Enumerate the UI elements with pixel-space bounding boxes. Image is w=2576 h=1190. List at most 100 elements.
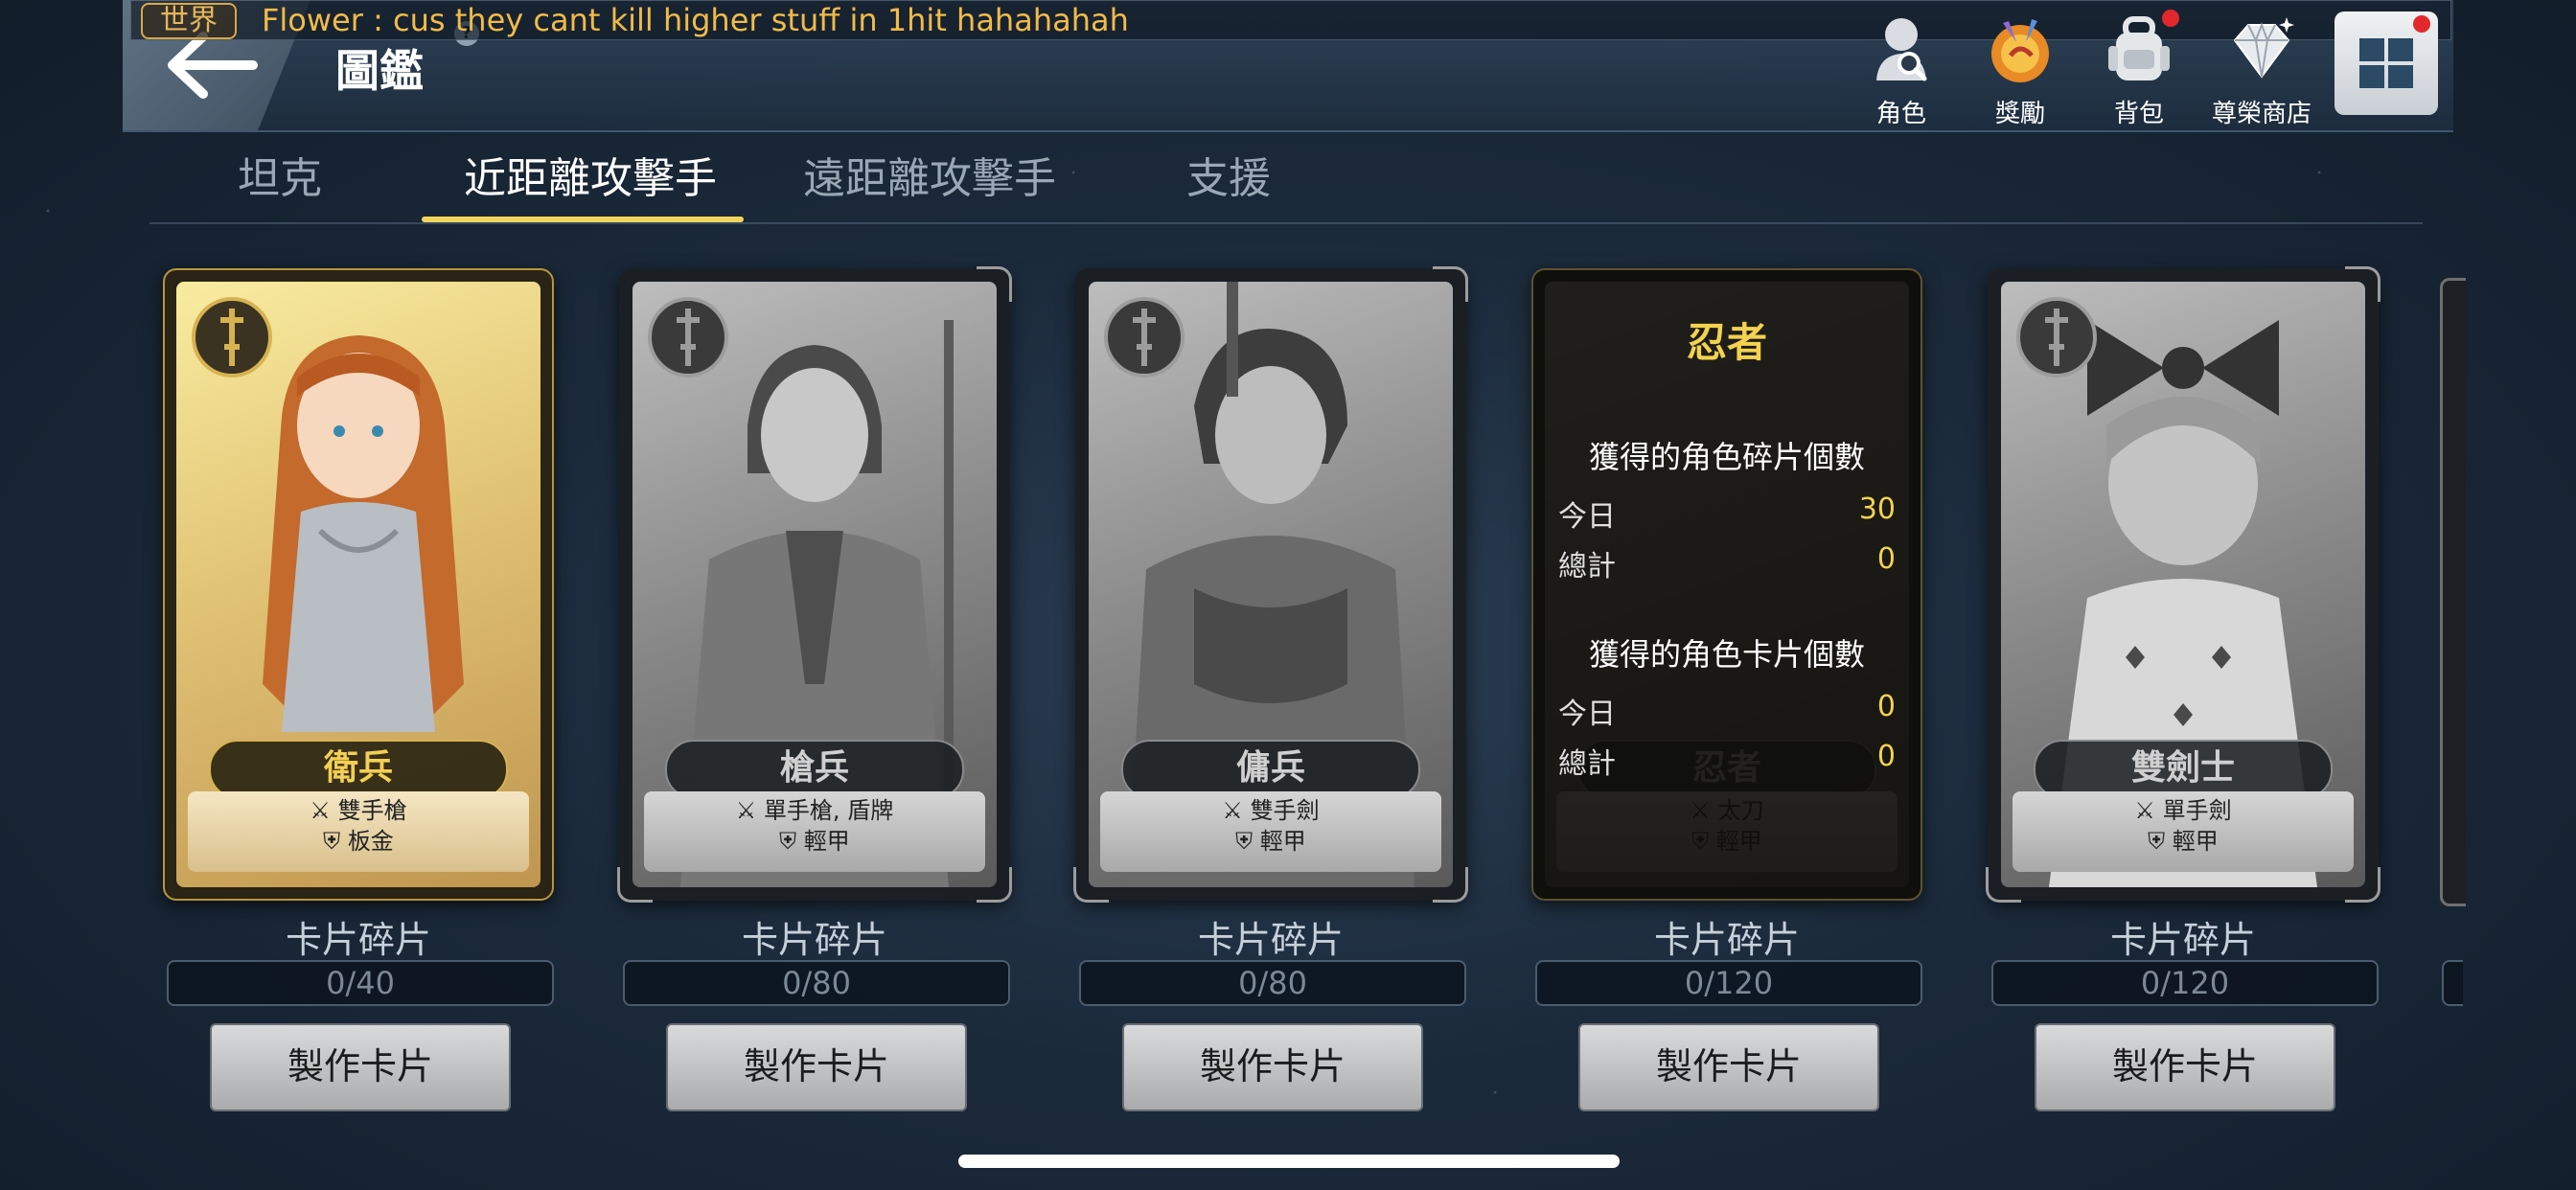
- shard-today-label: 今日: [1558, 500, 1616, 534]
- shard-count-heading: 獲得的角色碎片個數: [1588, 439, 1865, 475]
- card-corner-ornament: [977, 867, 1012, 903]
- tab-ranged[interactable]: 遠距離攻擊手: [803, 144, 1056, 205]
- character-card-dual-swordsman[interactable]: 雙劍士 ⚔ 單手劍 ⛨ 輕甲: [1986, 266, 2380, 903]
- card-armor: 輕甲: [1259, 828, 1306, 855]
- card-today-label: 今日: [1558, 698, 1616, 731]
- nav-shop-label: 尊榮商店: [2211, 100, 2312, 128]
- card-armor: 板金: [347, 828, 394, 855]
- craft-card-button[interactable]: 製作卡片: [1578, 1023, 1879, 1111]
- tab-melee[interactable]: 近距離攻擊手: [464, 144, 717, 205]
- armor-icon: ⛨: [779, 828, 804, 855]
- fragment-progress-bar: 0/40: [167, 960, 554, 1006]
- weapon-icon: ⚔: [2134, 797, 2163, 824]
- craft-card-button[interactable]: 製作卡片: [666, 1023, 967, 1111]
- card-total-row: 總計 0: [1558, 740, 1896, 781]
- tab-tank[interactable]: 坦克: [238, 144, 322, 205]
- armor-icon: ⛨: [2148, 828, 2173, 855]
- fragment-label: 卡片碎片: [741, 919, 887, 961]
- card-total-label: 總計: [1558, 747, 1616, 781]
- melee-class-emblem-icon: [2016, 297, 2097, 378]
- melee-class-emblem-icon: [648, 297, 728, 378]
- card-name: 雙劍士: [2034, 740, 2333, 799]
- card-corner-ornament: [1986, 867, 2021, 903]
- fragment-progress-text: 0/120: [2140, 965, 2230, 1001]
- card-weapon: 單手槍, 盾牌: [763, 797, 894, 824]
- card-stats-popup[interactable]: 忍者 獲得的角色碎片個數 今日 30 總計 0 獲得的角色卡片個數 今日 0 總…: [1531, 268, 1922, 901]
- armor-icon: ⛨: [1235, 828, 1260, 855]
- card-info: ⚔ 雙手槍 ⛨ 板金: [188, 791, 529, 872]
- craft-card-button[interactable]: 製作卡片: [1122, 1023, 1423, 1111]
- fragment-progress-bar: 0/120: [1535, 960, 1922, 1006]
- chat-message: Flower : cus they cant kill higher stuff…: [262, 2, 1129, 38]
- shard-today-value: 30: [1858, 492, 1896, 526]
- card-corner-ornament: [1433, 266, 1468, 302]
- craft-card-button[interactable]: 製作卡片: [210, 1023, 511, 1111]
- card-corner-ornament: [2345, 867, 2380, 903]
- character-card-ninja[interactable]: 忍者 ⚔ 太刀 ⛨ 輕甲 忍者 獲得的角色碎片個數 今日 30 總計 0 獲得的…: [1531, 268, 1922, 901]
- nav-backpack-button[interactable]: 背包: [2082, 13, 2196, 128]
- fragment-label: 卡片碎片: [1653, 919, 1800, 961]
- tabs-divider: [150, 222, 2423, 224]
- popup-title: 忍者: [1686, 319, 1767, 366]
- nav-shop-button[interactable]: 尊榮商店: [2200, 13, 2323, 128]
- nav-reward-button[interactable]: 獎勵: [1963, 13, 2078, 128]
- card-count-heading: 獲得的角色卡片個數: [1588, 636, 1865, 673]
- nav-character-label: 角色: [1875, 100, 1926, 128]
- card-info: ⚔ 單手劍 ⛨ 輕甲: [2012, 791, 2354, 872]
- character-card-lancer[interactable]: 槍兵 ⚔ 單手槍, 盾牌 ⛨ 輕甲: [617, 266, 1012, 903]
- character-card-guard[interactable]: 衛兵 ⚔ 雙手槍 ⛨ 板金: [163, 268, 554, 901]
- fragment-progress-text: 0/80: [782, 965, 851, 1001]
- card-name: 槍兵: [665, 740, 964, 799]
- fragment-progress-text: 0/120: [1684, 965, 1774, 1001]
- shard-total-row: 總計 0: [1558, 542, 1896, 584]
- weapon-icon: ⚔: [310, 797, 338, 824]
- shard-total-label: 總計: [1558, 550, 1616, 584]
- craft-card-button[interactable]: 製作卡片: [2035, 1023, 2335, 1111]
- fragment-progress-bar: 0/80: [623, 960, 1010, 1006]
- fragment-label: 卡片碎片: [1197, 919, 1344, 961]
- chat-channel-tag: 世界: [141, 3, 237, 39]
- character-card-mercenary[interactable]: 傭兵 ⚔ 雙手劍 ⛨ 輕甲: [1073, 266, 1468, 903]
- armor-icon: ⛨: [323, 828, 348, 855]
- fragment-progress-bar: 0/80: [1079, 960, 1466, 1006]
- nav-reward-label: 獎勵: [1994, 100, 2045, 128]
- melee-class-emblem-icon: [1104, 297, 1184, 378]
- shard-today-row: 今日 30: [1558, 492, 1896, 534]
- card-armor: 輕甲: [803, 828, 850, 855]
- card-weapon: 雙手劍: [1250, 797, 1320, 824]
- fragment-progress-bar: 0/120: [1991, 960, 2379, 1006]
- fragment-progress-text: 0/40: [326, 965, 395, 1001]
- home-indicator[interactable]: [958, 1155, 1620, 1168]
- menu-notification-dot: [2413, 15, 2430, 33]
- nav-character-button[interactable]: 角色: [1844, 13, 1959, 128]
- card-name: 傭兵: [1121, 740, 1420, 799]
- card-today-row: 今日 0: [1558, 690, 1896, 731]
- card-weapon: 單手劍: [2162, 797, 2232, 824]
- next-card-progress-partial: [2442, 960, 2463, 1006]
- tab-support[interactable]: 支援: [1186, 144, 1271, 205]
- card-corner-ornament: [617, 867, 653, 903]
- reward-icon: [1991, 19, 2049, 82]
- melee-class-emblem-icon: [192, 297, 272, 378]
- shard-total-value: 0: [1876, 542, 1896, 576]
- card-corner-ornament: [1073, 867, 1109, 903]
- card-today-value: 0: [1876, 690, 1896, 723]
- fragment-label: 卡片碎片: [285, 919, 431, 961]
- character-search-icon: [1876, 18, 1927, 81]
- card-info: ⚔ 雙手劍 ⛨ 輕甲: [1100, 791, 1441, 872]
- card-corner-ornament: [2345, 266, 2380, 302]
- next-card-partial[interactable]: [2440, 278, 2466, 906]
- card-corner-ornament: [977, 266, 1012, 302]
- backpack-icon: [2108, 16, 2170, 80]
- card-corner-ornament: [1433, 867, 1468, 903]
- card-armor: 輕甲: [2172, 828, 2219, 855]
- card-total-value: 0: [1876, 740, 1896, 773]
- fragment-progress-text: 0/80: [1238, 965, 1307, 1001]
- weapon-icon: ⚔: [1222, 797, 1251, 824]
- fragment-label: 卡片碎片: [2109, 919, 2256, 961]
- diamond-shop-icon: [2233, 17, 2294, 79]
- weapon-icon: ⚔: [735, 797, 764, 824]
- card-info: ⚔ 單手槍, 盾牌 ⛨ 輕甲: [644, 791, 985, 872]
- nav-backpack-label: 背包: [2113, 100, 2164, 128]
- card-weapon: 雙手槍: [337, 797, 407, 824]
